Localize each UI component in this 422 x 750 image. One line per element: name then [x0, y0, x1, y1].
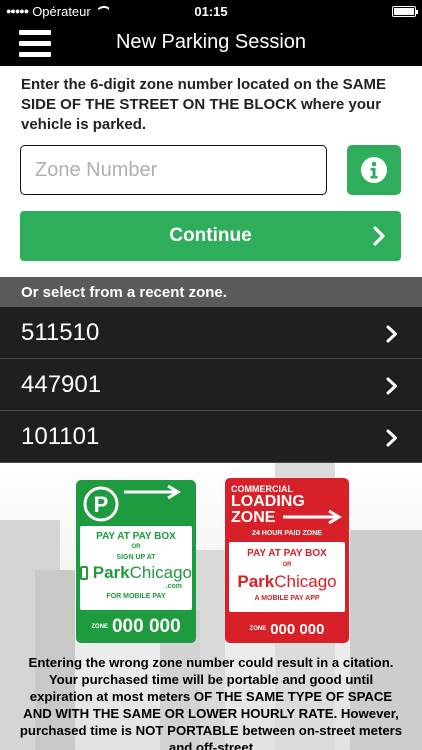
svg-text:P: P [94, 492, 109, 517]
sign-loading: LOADING [231, 493, 305, 510]
zone-number: 511510 [21, 319, 100, 346]
signal-icon: ●●●●● [6, 6, 29, 16]
chevron-right-icon [386, 377, 397, 395]
instructions-text: Enter the 6-digit zone number located on… [21, 76, 387, 133]
arrow-right-icon [283, 510, 342, 524]
page-title: New Parking Session [115, 31, 307, 53]
recent-zones-list: 511510 447901 101101 [0, 307, 422, 463]
sign-or: OR [282, 562, 292, 568]
loading-zone-sign: COMMERCIAL LOADING ZONE 24 HOUR PAID ZON… [225, 478, 349, 643]
sign-pay-at-pay-box: PAY AT PAY BOX [247, 548, 327, 559]
sign-zone-number: 000 000 [111, 616, 181, 637]
chevron-right-icon [373, 226, 385, 246]
sign-brand-chicago: Chicago [274, 572, 337, 591]
info-icon [361, 157, 387, 183]
disclaimer-text: Entering the wrong zone number could res… [19, 655, 403, 750]
info-button[interactable] [347, 145, 401, 195]
sign-mobile-pay: FOR MOBILE PAY [106, 593, 166, 600]
chevron-right-icon [386, 429, 397, 447]
sign-mobile-app: A MOBILE PAY APP [254, 595, 320, 602]
recent-zone-row[interactable]: 447901 [0, 359, 422, 411]
sign-24-hour: 24 HOUR PAID ZONE [252, 530, 322, 537]
nav-bar: New Parking Session [0, 22, 422, 66]
parking-p-icon: P [83, 484, 181, 522]
zone-number: 447901 [21, 371, 102, 398]
recent-zones-header: Or select from a recent zone. [0, 277, 422, 307]
sign-brand-park: Park [92, 563, 130, 582]
chevron-right-icon [386, 325, 397, 343]
sign-pay-at-pay-box: PAY AT PAY BOX [96, 531, 176, 542]
continue-label: Continue [169, 225, 252, 246]
status-bar: ●●●●● Opérateur 01:15 [0, 0, 422, 22]
sign-or: OR [131, 544, 141, 550]
recent-zone-row[interactable]: 511510 [0, 307, 422, 359]
recent-zone-row[interactable]: 101101 [0, 411, 422, 463]
sign-signup: SIGN UP AT [116, 554, 156, 561]
sign-com: .com [165, 583, 182, 590]
sign-brand-chicago: Chicago [129, 563, 192, 582]
continue-button[interactable]: Continue [20, 211, 401, 261]
zone-number-input[interactable] [20, 145, 327, 195]
battery-icon [392, 6, 418, 17]
sign-zone-label: ZONE [249, 626, 267, 632]
status-time: 01:15 [194, 3, 228, 19]
pay-box-sign: P PAY AT PAY BOX OR SIGN UP AT ParkChica… [76, 480, 196, 643]
sign-zone-number: 000 000 [270, 620, 325, 638]
carrier: ●●●●● Opérateur [6, 4, 109, 19]
wifi-icon [94, 6, 109, 16]
carrier-name: Opérateur [32, 3, 91, 19]
zone-number: 101101 [21, 423, 100, 450]
sign-zone-label: ZONE [91, 624, 108, 630]
sign-brand-park: Park [237, 572, 275, 591]
phone-icon [80, 566, 88, 580]
